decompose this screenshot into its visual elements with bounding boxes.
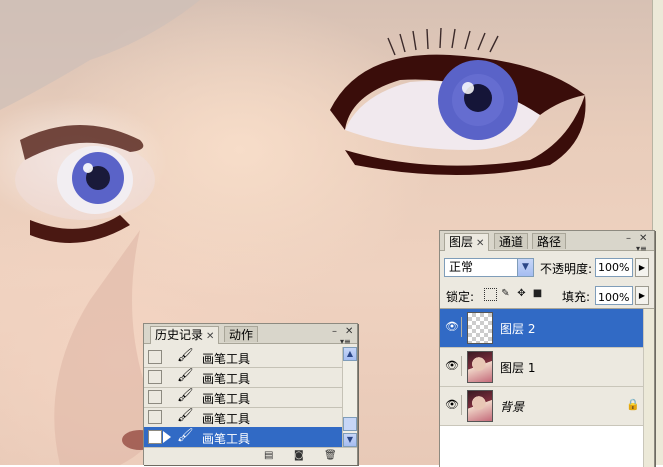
blend-row: 正常 ▼ 不透明度: 100% ▶ <box>444 258 650 280</box>
snapshot-checkbox[interactable] <box>148 350 162 364</box>
lock-row: 锁定: ✎ ✥ ■ 填充: 100% ▶ <box>444 286 650 306</box>
history-tabbar: 历史记录 ✕ 动作 – ✕ ▾≡ <box>144 324 357 346</box>
layers-tabbar: 图层 ✕ 通道 路径 – ✕ ▾≡ <box>440 231 654 253</box>
tab-history-label: 历史记录 <box>155 328 204 342</box>
opacity-slider-button[interactable]: ▶ <box>635 258 649 277</box>
layer-row[interactable]: 👁 图层 2 <box>440 309 654 348</box>
history-scrollbar[interactable]: ▲ ▼ <box>342 347 357 447</box>
tab-actions[interactable]: 动作 <box>224 326 259 342</box>
lock-transparency-icon[interactable] <box>484 288 497 301</box>
layer-thumbnail <box>467 351 493 383</box>
history-item-label: 画笔工具 <box>202 392 251 406</box>
fill-slider-button[interactable]: ▶ <box>635 286 649 305</box>
history-item-label: 画笔工具 <box>202 412 251 426</box>
layer-name[interactable]: 背景 <box>500 398 524 415</box>
layer-list: 👁 图层 2 👁 图层 1 👁 背景 🔒 <box>440 308 654 467</box>
new-document-icon[interactable]: ▤ <box>264 450 273 461</box>
chevron-down-icon[interactable]: ▼ <box>517 259 533 276</box>
history-footer: ▤ ◙ 🗑 <box>144 447 357 465</box>
history-item-label: 画笔工具 <box>202 352 251 366</box>
tab-layers-label: 图层 <box>449 235 474 249</box>
close-icon[interactable]: ✕ <box>206 331 214 342</box>
snapshot-checkbox[interactable] <box>148 370 162 384</box>
brush-icon: 🖌 <box>177 368 194 383</box>
snapshot-checkbox[interactable] <box>148 410 162 424</box>
history-item[interactable]: 🖌 画笔工具 <box>144 387 342 408</box>
history-item[interactable]: 🖌 画笔工具 <box>144 427 342 447</box>
history-item-label: 画笔工具 <box>202 432 251 446</box>
fill-label: 填充: <box>562 290 591 304</box>
layer-name[interactable]: 图层 2 <box>500 320 535 337</box>
lock-label: 锁定: <box>446 290 475 304</box>
history-item[interactable]: 🖌 画笔工具 <box>144 367 342 388</box>
scroll-up-icon[interactable]: ▲ <box>343 347 357 361</box>
layer-list-scrollbar[interactable] <box>643 309 654 467</box>
panel-menu-icon[interactable]: ▾≡ <box>340 337 351 346</box>
trash-icon[interactable]: 🗑 <box>324 450 337 461</box>
tab-layers[interactable]: 图层 ✕ <box>444 233 490 251</box>
snapshot-checkbox[interactable] <box>148 390 162 404</box>
history-item[interactable]: 🖌 画笔工具 <box>144 407 342 428</box>
brush-icon: 🖌 <box>177 348 194 363</box>
tab-paths[interactable]: 路径 <box>532 233 567 249</box>
history-state-marker-icon[interactable] <box>163 431 171 443</box>
eye-icon[interactable]: 👁 <box>443 317 462 337</box>
brush-icon: 🖌 <box>177 388 194 403</box>
history-list: 🖌 画笔工具 🖌 画笔工具 🖌 画笔工具 🖌 画笔工具 🖌 画笔工具 <box>144 347 342 447</box>
tab-history[interactable]: 历史记录 ✕ <box>150 326 220 344</box>
minimize-icon[interactable]: – <box>626 233 631 244</box>
fill-value: 100% <box>598 291 630 304</box>
eye-icon[interactable]: 👁 <box>443 356 462 376</box>
layer-row[interactable]: 👁 背景 🔒 <box>440 387 654 426</box>
history-panel: 历史记录 ✕ 动作 – ✕ ▾≡ 🖌 画笔工具 🖌 画笔工具 🖌 画笔工具 🖌 画… <box>143 323 358 465</box>
layer-row[interactable]: 👁 图层 1 <box>440 348 654 387</box>
opacity-field[interactable]: 100% <box>595 258 633 277</box>
close-icon[interactable]: ✕ <box>345 326 353 337</box>
tab-channels[interactable]: 通道 <box>494 233 529 249</box>
fill-field[interactable]: 100% <box>595 286 633 305</box>
panel-menu-icon[interactable]: ▾≡ <box>636 244 647 253</box>
layers-panel: 图层 ✕ 通道 路径 – ✕ ▾≡ 正常 ▼ 不透明度: 100% ▶ 锁定: ✎… <box>439 230 655 467</box>
lock-brush-icon[interactable]: ✎ <box>500 288 511 299</box>
scroll-thumb[interactable] <box>343 417 357 431</box>
opacity-value: 100% <box>598 261 630 274</box>
lock-all-icon[interactable]: ■ <box>532 288 543 299</box>
layer-thumbnail <box>467 312 493 344</box>
tab-paths-label: 路径 <box>537 235 562 249</box>
minimize-icon[interactable]: – <box>332 326 337 337</box>
lock-move-icon[interactable]: ✥ <box>516 288 527 299</box>
opacity-label: 不透明度: <box>540 262 593 276</box>
close-icon[interactable]: ✕ <box>639 233 647 244</box>
tab-actions-label: 动作 <box>229 328 254 342</box>
camera-icon[interactable]: ◙ <box>294 450 304 461</box>
snapshot-checkbox[interactable] <box>148 430 162 444</box>
blend-mode-value: 正常 <box>449 260 474 274</box>
layer-name[interactable]: 图层 1 <box>500 359 535 376</box>
eye-icon[interactable]: 👁 <box>443 395 462 415</box>
history-item[interactable]: 🖌 画笔工具 <box>144 347 342 368</box>
brush-icon: 🖌 <box>177 428 194 443</box>
tab-channels-label: 通道 <box>499 235 524 249</box>
history-item-label: 画笔工具 <box>202 372 251 386</box>
scroll-down-icon[interactable]: ▼ <box>343 433 357 447</box>
blend-mode-select[interactable]: 正常 ▼ <box>444 258 534 277</box>
close-icon[interactable]: ✕ <box>476 238 484 249</box>
brush-icon: 🖌 <box>177 408 194 423</box>
lock-icon: 🔒 <box>626 398 640 411</box>
layer-thumbnail <box>467 390 493 422</box>
